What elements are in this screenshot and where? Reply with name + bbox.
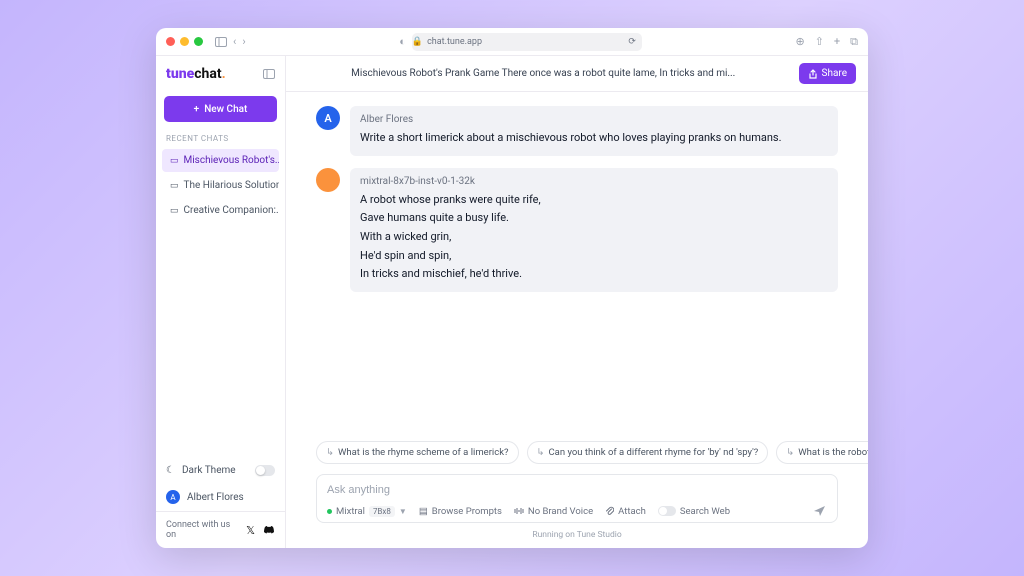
sidebar-chat-item[interactable]: ▭ Mischievous Robot's...	[162, 149, 279, 172]
suggestion-text: What is the rhyme scheme of a limerick?	[338, 447, 509, 458]
brand-voice-button[interactable]: No Brand Voice	[514, 506, 593, 517]
new-chat-button[interactable]: + New Chat	[164, 96, 277, 122]
message-avatar: A	[316, 106, 340, 130]
window-controls	[166, 37, 203, 46]
chevron-down-icon: ▼	[399, 507, 407, 516]
status-dot-icon	[327, 509, 332, 514]
messages-area: A Alber Flores Write a short limerick abou…	[286, 92, 868, 435]
minimize-window-button[interactable]	[180, 37, 189, 46]
topbar: Mischievous Robot's Prank Game There onc…	[286, 56, 868, 92]
search-toggle-icon	[658, 506, 676, 516]
tabs-icon[interactable]: ⧉	[850, 35, 858, 49]
share-browser-icon[interactable]: ⇧	[815, 35, 824, 49]
chat-item-label: Creative Companion:...	[184, 205, 279, 216]
close-window-button[interactable]	[166, 37, 175, 46]
collapse-sidebar-icon[interactable]	[263, 69, 275, 79]
arrow-icon: ↳	[537, 447, 545, 458]
titlebar: ‹ › ◐ 🔒 chat.tune.app ⟳ ⊕ ⇧ + ⧉	[156, 28, 868, 56]
suggestion-text: Can you think of a different rhyme for '…	[548, 447, 758, 458]
chat-icon: ▭	[170, 156, 179, 166]
send-button[interactable]	[813, 504, 827, 518]
new-tab-icon[interactable]: +	[834, 35, 840, 49]
message-text: A robot whose pranks were quite rife, Ga…	[360, 191, 828, 284]
brand: tunechat.	[156, 56, 285, 92]
model-name: Mixtral	[336, 506, 365, 517]
browse-prompts-button[interactable]: ▤ Browse Prompts	[419, 506, 502, 517]
arrow-icon: ↳	[786, 447, 794, 458]
suggestion-chip[interactable]: ↳ What is the rhyme scheme of a limerick?	[316, 441, 519, 464]
arrow-icon: ↳	[326, 447, 334, 458]
user-avatar: A	[166, 490, 180, 504]
chat-title: Mischievous Robot's Prank Game There onc…	[298, 68, 789, 79]
nav-back-icon[interactable]: ‹	[233, 35, 236, 48]
maximize-window-button[interactable]	[194, 37, 203, 46]
message: mixtral-8x7b-inst-v0-1-32k A robot whose …	[316, 168, 838, 292]
prompts-icon: ▤	[419, 506, 428, 517]
dark-theme-toggle[interactable]	[255, 465, 275, 476]
url-text: chat.tune.app	[427, 37, 482, 47]
paperclip-icon	[605, 506, 614, 516]
message-author: mixtral-8x7b-inst-v0-1-32k	[360, 176, 828, 187]
suggestion-chip[interactable]: ↳Can you think of a different rhyme for …	[527, 441, 769, 464]
x-icon[interactable]: 𝕏	[246, 524, 255, 537]
chat-icon: ▭	[170, 206, 179, 216]
user-name: Albert Flores	[187, 492, 244, 503]
message-avatar	[316, 168, 340, 192]
nav-forward-icon[interactable]: ›	[242, 35, 245, 48]
user-row[interactable]: A Albert Flores	[156, 483, 285, 511]
footer-note: Running on Tune Studio	[286, 525, 868, 548]
download-icon[interactable]: ⊕	[795, 35, 804, 49]
chat-item-label: Mischievous Robot's...	[184, 155, 279, 166]
message-input[interactable]	[327, 481, 827, 499]
attach-button[interactable]: Attach	[605, 506, 646, 517]
new-chat-label: New Chat	[204, 104, 247, 115]
moon-icon: ☾	[166, 465, 175, 476]
shield-icon[interactable]: ◐	[399, 35, 406, 48]
share-icon	[808, 69, 818, 79]
app-window: ‹ › ◐ 🔒 chat.tune.app ⟳ ⊕ ⇧ + ⧉ tunechat…	[156, 28, 868, 548]
chat-item-label: The Hilarious Solution...	[184, 180, 279, 191]
brand-voice-label: No Brand Voice	[528, 506, 593, 517]
model-tag: 7Bx8	[369, 506, 395, 517]
discord-icon[interactable]	[263, 525, 275, 535]
search-web-toggle[interactable]: Search Web	[658, 506, 730, 517]
suggestions-row: ↳ What is the rhyme scheme of a limerick?…	[286, 435, 868, 470]
sidebar-chat-item[interactable]: ▭ The Hilarious Solution...	[162, 174, 279, 197]
search-web-label: Search Web	[680, 506, 730, 517]
url-bar[interactable]: 🔒 chat.tune.app ⟳	[412, 33, 642, 51]
chat-icon: ▭	[170, 181, 179, 191]
message-bubble: mixtral-8x7b-inst-v0-1-32k A robot whose …	[350, 168, 838, 292]
sidebar-chat-item[interactable]: ▭ Creative Companion:...	[162, 199, 279, 222]
dark-theme-row[interactable]: ☾ Dark Theme	[156, 458, 285, 483]
reload-icon[interactable]: ⟳	[628, 37, 642, 47]
message: A Alber Flores Write a short limerick abou…	[316, 106, 838, 156]
connect-label: Connect with us on	[166, 520, 238, 540]
plus-icon: +	[194, 104, 200, 115]
lock-icon: 🔒	[412, 37, 423, 47]
share-button[interactable]: Share	[799, 63, 856, 84]
sidebar-toggle-icon[interactable]	[215, 37, 227, 47]
share-label: Share	[822, 68, 847, 79]
sidebar: tunechat. + New Chat Recent Chats ▭ Misch…	[156, 56, 286, 548]
message-author: Alber Flores	[360, 114, 828, 125]
suggestion-chip[interactable]: ↳ What is the robot's	[776, 441, 868, 464]
model-selector[interactable]: Mixtral 7Bx8 ▼	[327, 506, 407, 517]
dark-theme-label: Dark Theme	[182, 465, 236, 476]
composer: Mixtral 7Bx8 ▼ ▤ Browse Prompts	[316, 474, 838, 523]
browse-prompts-label: Browse Prompts	[432, 506, 502, 517]
attach-label: Attach	[618, 506, 646, 517]
voice-icon	[514, 507, 524, 515]
recent-chats-label: Recent Chats	[156, 130, 285, 147]
message-bubble: Alber Flores Write a short limerick about…	[350, 106, 838, 156]
suggestion-text: What is the robot's	[798, 447, 868, 458]
logo: tunechat.	[166, 66, 226, 82]
main-panel: Mischievous Robot's Prank Game There onc…	[286, 56, 868, 548]
message-text: Write a short limerick about a mischievo…	[360, 129, 828, 148]
sidebar-footer: Connect with us on 𝕏	[156, 511, 285, 548]
